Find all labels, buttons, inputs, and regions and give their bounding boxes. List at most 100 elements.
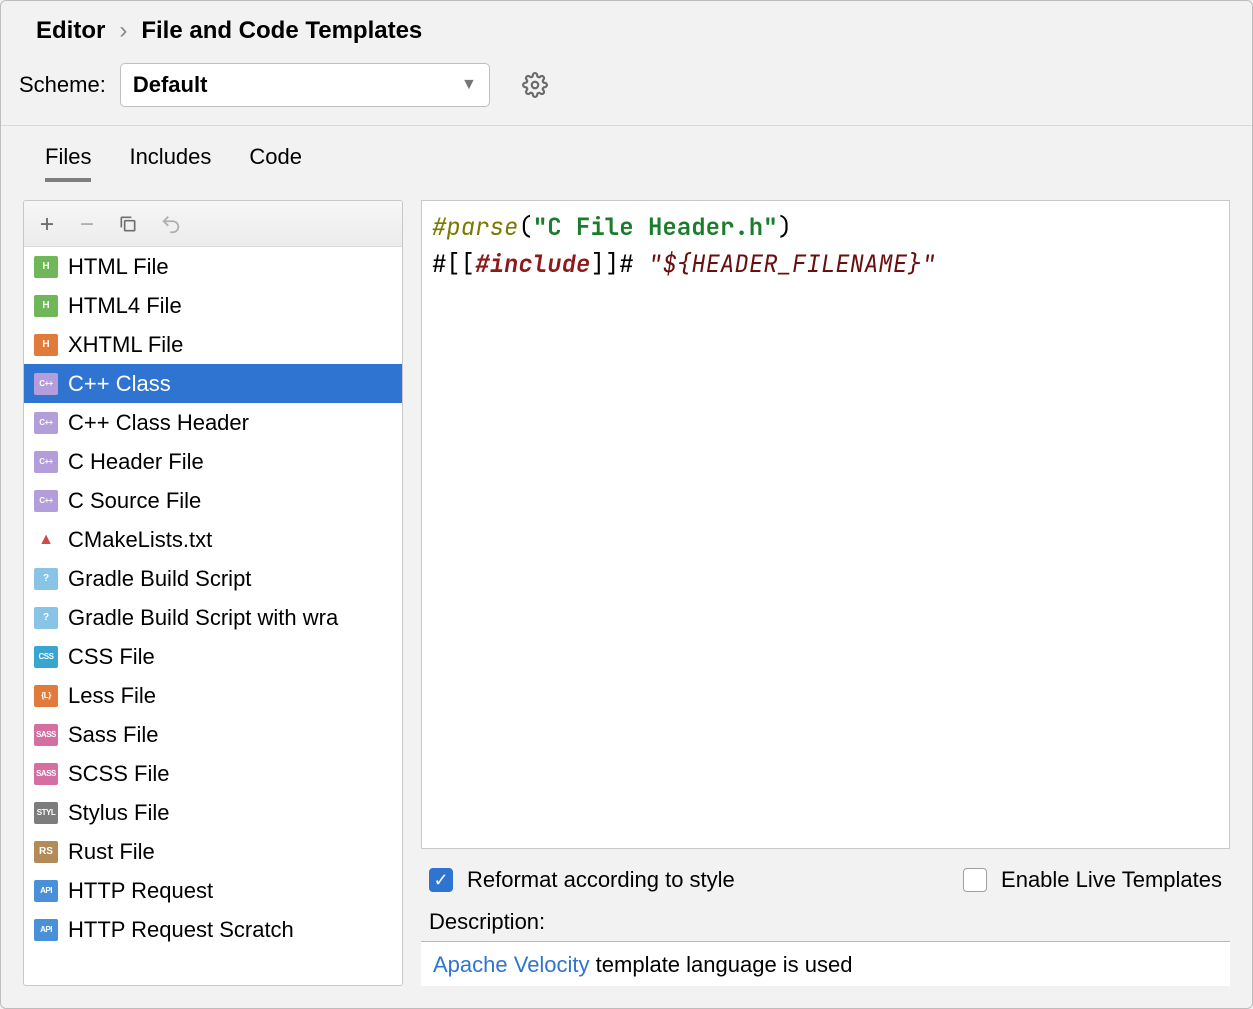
template-item[interactable]: C++ C++ Class — [24, 364, 402, 403]
file-type-icon: STYL — [34, 802, 58, 824]
template-item[interactable]: CSS CSS File — [24, 637, 402, 676]
template-item-label: SCSS File — [68, 761, 169, 787]
revert-template-button[interactable] — [160, 213, 182, 235]
template-list[interactable]: HHTML FileHHTML4 FileHXHTML FileC++C++ C… — [24, 247, 402, 985]
editor-token: #parse — [432, 212, 518, 243]
template-item-label: CSS File — [68, 644, 155, 670]
description-box: Apache Velocity template language is use… — [421, 941, 1230, 986]
template-item[interactable]: {L} Less File — [24, 676, 402, 715]
file-type-icon: C++ — [34, 373, 58, 395]
description-label: Description: — [421, 901, 1230, 941]
template-item[interactable]: SASS Sass File — [24, 715, 402, 754]
remove-template-button[interactable] — [78, 215, 96, 233]
editor-token: "C File Header.h" — [533, 212, 778, 243]
template-item[interactable]: STYL Stylus File — [24, 793, 402, 832]
velocity-link[interactable]: Apache Velocity — [433, 952, 590, 977]
editor-token: ) — [778, 212, 792, 243]
template-item[interactable]: C++ C++ Class Header — [24, 403, 402, 442]
template-item-label: Gradle Build Script — [68, 566, 251, 592]
settings-panel: Editor › File and Code Templates Scheme:… — [0, 0, 1253, 1009]
template-item-label: HTML File — [68, 254, 169, 280]
template-item-label: Rust File — [68, 839, 155, 865]
breadcrumb-separator-icon: › — [119, 17, 127, 45]
file-type-icon: ▲ — [34, 529, 58, 551]
body: HHTML FileHHTML4 FileHXHTML FileC++C++ C… — [1, 182, 1252, 1008]
template-item[interactable]: H XHTML File — [24, 325, 402, 364]
template-item-label: CMakeLists.txt — [68, 527, 212, 553]
scheme-select[interactable]: Default ▼ — [120, 63, 490, 107]
template-item-label: C++ Class Header — [68, 410, 249, 436]
template-item[interactable]: API HTTP Request Scratch — [24, 910, 402, 949]
tab-code[interactable]: Code — [249, 144, 302, 182]
template-item-label: Gradle Build Script with wra — [68, 605, 338, 631]
template-item[interactable]: H HTML4 File — [24, 286, 402, 325]
template-item[interactable]: API HTTP Request — [24, 871, 402, 910]
template-item-label: Stylus File — [68, 800, 169, 826]
add-template-button[interactable] — [38, 215, 56, 233]
file-type-icon: H — [34, 295, 58, 317]
template-item-label: C Header File — [68, 449, 204, 475]
file-type-icon: SASS — [34, 724, 58, 746]
tab-includes[interactable]: Includes — [129, 144, 211, 182]
template-item[interactable]: RS Rust File — [24, 832, 402, 871]
editor-token: ( — [518, 212, 532, 243]
file-type-icon: RS — [34, 841, 58, 863]
file-type-icon: ? — [34, 607, 58, 629]
main-panel: #parse("C File Header.h") #[[#include]]#… — [421, 200, 1230, 986]
template-item[interactable]: H HTML File — [24, 247, 402, 286]
copy-icon — [118, 214, 138, 234]
breadcrumb-current: File and Code Templates — [141, 17, 422, 45]
sidebar-toolbar — [24, 201, 402, 247]
scheme-label: Scheme: — [19, 72, 106, 98]
file-type-icon: API — [34, 919, 58, 941]
editor-token: ]]# — [590, 249, 648, 280]
reformat-checkbox[interactable]: ✓ — [429, 868, 453, 892]
undo-icon — [160, 213, 182, 235]
file-type-icon: C++ — [34, 412, 58, 434]
live-templates-label: Enable Live Templates — [1001, 867, 1222, 893]
chevron-down-icon: ▼ — [461, 76, 477, 94]
breadcrumb-root[interactable]: Editor — [36, 17, 105, 45]
template-editor[interactable]: #parse("C File Header.h") #[[#include]]#… — [421, 200, 1230, 849]
file-type-icon: API — [34, 880, 58, 902]
file-type-icon: ? — [34, 568, 58, 590]
minus-icon — [78, 215, 96, 233]
editor-token: "${HEADER_FILENAME}" — [648, 249, 936, 280]
template-item-label: XHTML File — [68, 332, 183, 358]
template-item-label: Less File — [68, 683, 156, 709]
template-item-label: Sass File — [68, 722, 158, 748]
scheme-select-value: Default — [133, 72, 208, 98]
template-item-label: C Source File — [68, 488, 201, 514]
live-templates-checkbox[interactable] — [963, 868, 987, 892]
tab-files[interactable]: Files — [45, 144, 91, 182]
template-sidebar: HHTML FileHHTML4 FileHXHTML FileC++C++ C… — [23, 200, 403, 986]
template-item-label: HTML4 File — [68, 293, 182, 319]
template-item[interactable]: C++ C Source File — [24, 481, 402, 520]
file-type-icon: SASS — [34, 763, 58, 785]
file-type-icon: C++ — [34, 490, 58, 512]
copy-template-button[interactable] — [118, 214, 138, 234]
template-item[interactable]: SASS SCSS File — [24, 754, 402, 793]
plus-icon — [38, 215, 56, 233]
template-item-label: HTTP Request Scratch — [68, 917, 294, 943]
breadcrumb: Editor › File and Code Templates — [1, 1, 1252, 55]
editor-token: #[[ — [432, 249, 475, 280]
template-item[interactable]: ? Gradle Build Script with wra — [24, 598, 402, 637]
tabs: Files Includes Code — [1, 126, 1252, 182]
file-type-icon: H — [34, 256, 58, 278]
reformat-label: Reformat according to style — [467, 867, 735, 893]
options-row: ✓ Reformat according to style Enable Liv… — [421, 849, 1230, 901]
template-item-label: C++ Class — [68, 371, 171, 397]
description-text: template language is used — [590, 952, 853, 977]
template-item[interactable]: ▲ CMakeLists.txt — [24, 520, 402, 559]
template-item-label: HTTP Request — [68, 878, 213, 904]
file-type-icon: H — [34, 334, 58, 356]
file-type-icon: {L} — [34, 685, 58, 707]
template-item[interactable]: C++ C Header File — [24, 442, 402, 481]
scheme-actions-button[interactable] — [522, 72, 548, 98]
scheme-row: Scheme: Default ▼ — [1, 55, 1252, 126]
gear-icon — [522, 72, 548, 98]
file-type-icon: C++ — [34, 451, 58, 473]
template-item[interactable]: ? Gradle Build Script — [24, 559, 402, 598]
file-type-icon: CSS — [34, 646, 58, 668]
